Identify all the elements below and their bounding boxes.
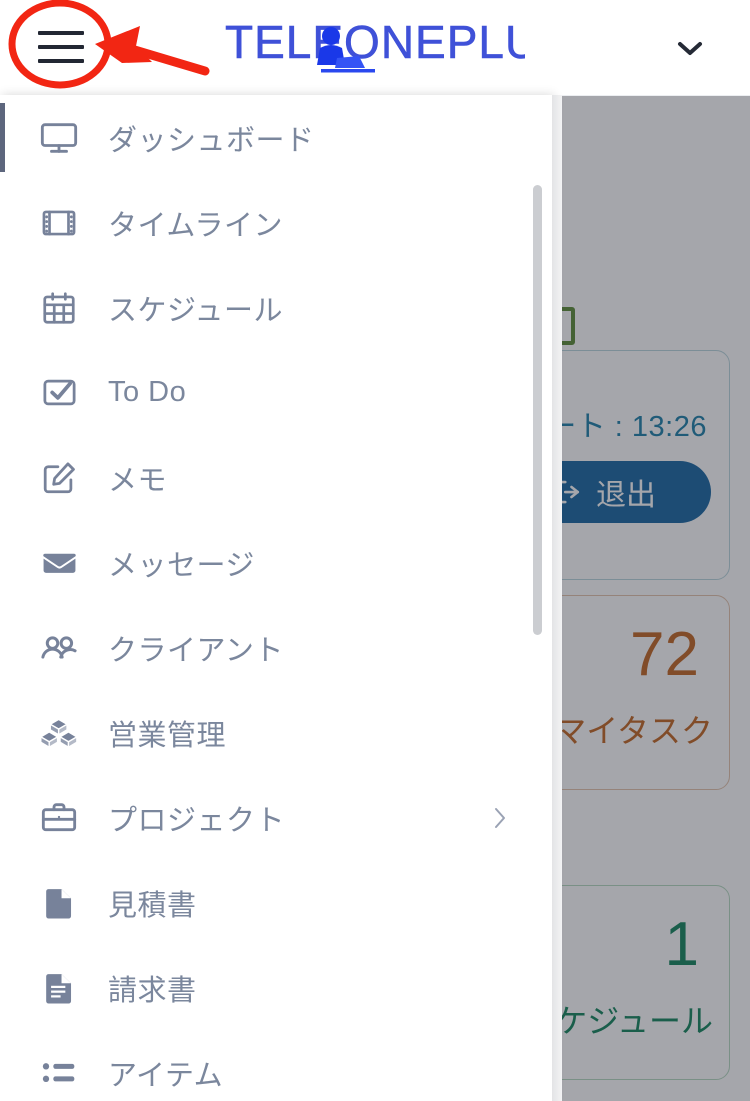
drawer-item-label: アイテム <box>108 1059 224 1092</box>
drawer-item-label: 営業管理 <box>108 719 227 752</box>
drawer-item-7[interactable]: クライアント <box>0 605 552 690</box>
app-logo[interactable]: TELEONEPLUS <box>225 14 570 76</box>
my-task-count: 72 <box>630 620 699 689</box>
drawer-item-5[interactable]: メモ <box>0 435 552 520</box>
drawer-item-10[interactable]: 見積書 <box>0 860 552 945</box>
teleoneplus-logo-icon: TELEONEPLUS <box>225 16 570 73</box>
edit-note-icon <box>36 455 82 501</box>
drawer-item-label: 請求書 <box>108 974 197 1007</box>
drawer-item-11[interactable]: 請求書 <box>0 945 552 1030</box>
navigation-drawer: ダッシュボード タイムライン スケジュール To Do メモメッセージクライアント 営業管… <box>0 95 552 1101</box>
envelope-icon <box>36 540 82 586</box>
drawer-item-label: To Do <box>108 376 187 408</box>
drawer-item-9[interactable]: プロジェクト <box>0 775 552 860</box>
boxes-icon <box>36 710 82 756</box>
drawer-item-label: ダッシュボード <box>108 124 315 157</box>
drawer-item-label: メッセージ <box>108 549 255 582</box>
drawer-item-label: タイムライン <box>108 209 283 242</box>
list-icon <box>36 1050 82 1096</box>
drawer-item-1[interactable]: ダッシュボード <box>0 95 552 180</box>
hamburger-bar <box>38 31 84 35</box>
drawer-item-8[interactable]: 営業管理 <box>0 690 552 775</box>
drawer-item-label: スケジュール <box>108 294 283 327</box>
my-task-label: マイタスク <box>554 713 713 749</box>
exit-button-label: 退出 <box>596 479 656 512</box>
svg-text:TELEONEPLUS: TELEONEPLUS <box>225 16 525 68</box>
document-icon <box>36 880 82 926</box>
check-square-icon <box>36 370 82 416</box>
drawer-item-4[interactable]: To Do <box>0 350 552 435</box>
app-header: TELEONEPLUS <box>0 0 750 96</box>
briefcase-icon <box>36 795 82 841</box>
monitor-icon <box>36 115 82 161</box>
drawer-item-label: プロジェクト <box>108 804 286 837</box>
invoice-icon <box>36 965 82 1011</box>
drawer-scrollbar-thumb[interactable] <box>533 185 542 635</box>
calendar-icon <box>36 285 82 331</box>
hamburger-bar <box>38 59 84 63</box>
drawer-item-label: メモ <box>108 464 168 497</box>
film-icon <box>36 200 82 246</box>
menu-button[interactable] <box>38 27 84 67</box>
user-menu-button[interactable] <box>668 28 712 68</box>
chevron-down-icon <box>678 42 702 55</box>
users-icon <box>36 625 82 671</box>
drawer-menu-list: ダッシュボード タイムライン スケジュール To Do メモメッセージクライアント 営業管… <box>0 95 552 1101</box>
drawer-item-label: 見積書 <box>108 889 197 922</box>
drawer-item-label: クライアント <box>108 634 284 667</box>
drawer-item-6[interactable]: メッセージ <box>0 520 552 605</box>
hamburger-bar <box>38 45 84 49</box>
schedule-label: ケジュール <box>555 1003 713 1039</box>
drawer-item-2[interactable]: タイムライン <box>0 180 552 265</box>
drawer-edge <box>552 95 562 1101</box>
drawer-item-3[interactable]: スケジュール <box>0 265 552 350</box>
schedule-count: 1 <box>664 910 699 979</box>
drawer-item-12[interactable]: アイテム <box>0 1030 552 1101</box>
app-root: ート : 13:26 退出 72 マイタスク 1 ケジュール ダッシュボード タ… <box>0 0 750 1101</box>
timer-start-label: ート : 13:26 <box>547 411 707 443</box>
drawer-scrollbar[interactable] <box>533 95 542 1101</box>
chevron-right-icon[interactable] <box>492 805 508 831</box>
